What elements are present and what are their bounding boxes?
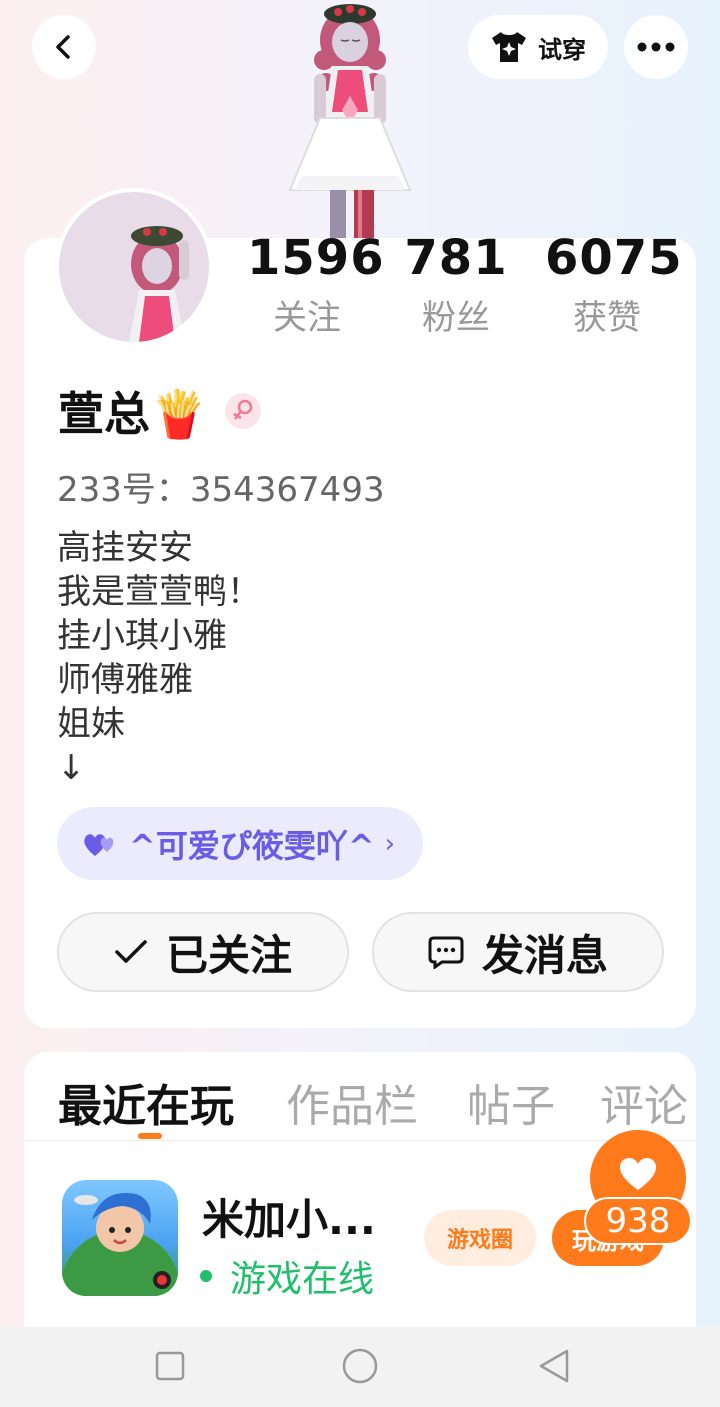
game-title[interactable]: 米加小... [202, 1186, 376, 1247]
following-label: 关注 [273, 298, 341, 338]
send-message-button[interactable]: 发消息 [372, 912, 664, 992]
game-cover-image [62, 1193, 178, 1296]
square-recent-icon[interactable] [150, 1346, 190, 1386]
chevron-left-icon [56, 35, 70, 59]
more-dots-icon [637, 42, 675, 52]
followed-button[interactable]: 已关注 [57, 912, 349, 992]
check-icon [115, 940, 147, 963]
game-icon[interactable] [62, 1180, 178, 1296]
chat-bubble-icon [428, 936, 464, 969]
heart-icon [620, 1158, 656, 1190]
game-circle-button[interactable]: 游戏圈 [424, 1210, 536, 1266]
user-name: 萱总🍟 [58, 387, 208, 441]
character-figure [288, 4, 412, 240]
user-bio: 高挂安安 我是萱萱鸭！ 挂小琪小雅 师傅雅雅 姐妹 ↓ [57, 528, 261, 788]
chevron-right-icon: › [384, 828, 395, 859]
online-status-text: 游戏在线 [230, 1259, 375, 1300]
like-count-badge: 938 [584, 1197, 692, 1245]
stat-followers[interactable]: 781 粉丝 [404, 230, 508, 339]
tab-recently-played[interactable]: 最近在玩 [58, 1070, 234, 1134]
tab-divider [24, 1140, 696, 1141]
followed-label: 已关注 [165, 930, 292, 980]
more-button[interactable] [624, 15, 688, 79]
name-row: 萱总🍟 [58, 378, 262, 444]
stat-likes[interactable]: 6075 获赞 [545, 230, 683, 339]
likes-count: 6075 [545, 230, 683, 286]
heart-pair-icon [84, 833, 114, 856]
following-count: 1596 [247, 230, 385, 286]
active-tab-indicator [138, 1133, 162, 1139]
tab-comments[interactable]: 评论 [600, 1070, 696, 1134]
circle-home-icon[interactable] [340, 1346, 380, 1386]
back-button[interactable] [32, 15, 96, 79]
game-online-status: 游戏在线 [200, 1250, 374, 1302]
user-id: 233号：354367493 [57, 470, 385, 510]
triangle-back-icon[interactable] [534, 1346, 574, 1386]
online-dot-icon [200, 1270, 212, 1282]
followers-label: 粉丝 [422, 298, 490, 338]
tshirt-sparkle-icon [492, 32, 526, 62]
send-message-label: 发消息 [481, 930, 608, 980]
tab-works[interactable]: 作品栏 [286, 1070, 418, 1134]
try-on-label: 试穿 [538, 35, 586, 64]
likes-label: 获赞 [573, 298, 641, 338]
tab-posts[interactable]: 帖子 [467, 1070, 555, 1134]
female-icon [225, 393, 262, 429]
avatar[interactable] [55, 188, 213, 346]
avatar-character-image [129, 226, 189, 342]
stat-following[interactable]: 1596 关注 [247, 230, 385, 339]
try-on-button[interactable]: 试穿 [468, 15, 608, 79]
followers-count: 781 [404, 230, 508, 286]
relation-text: ^可爱ぴ筱雯吖^ [129, 826, 375, 865]
relation-pill[interactable]: ^可爱ぴ筱雯吖^ › [57, 807, 423, 880]
